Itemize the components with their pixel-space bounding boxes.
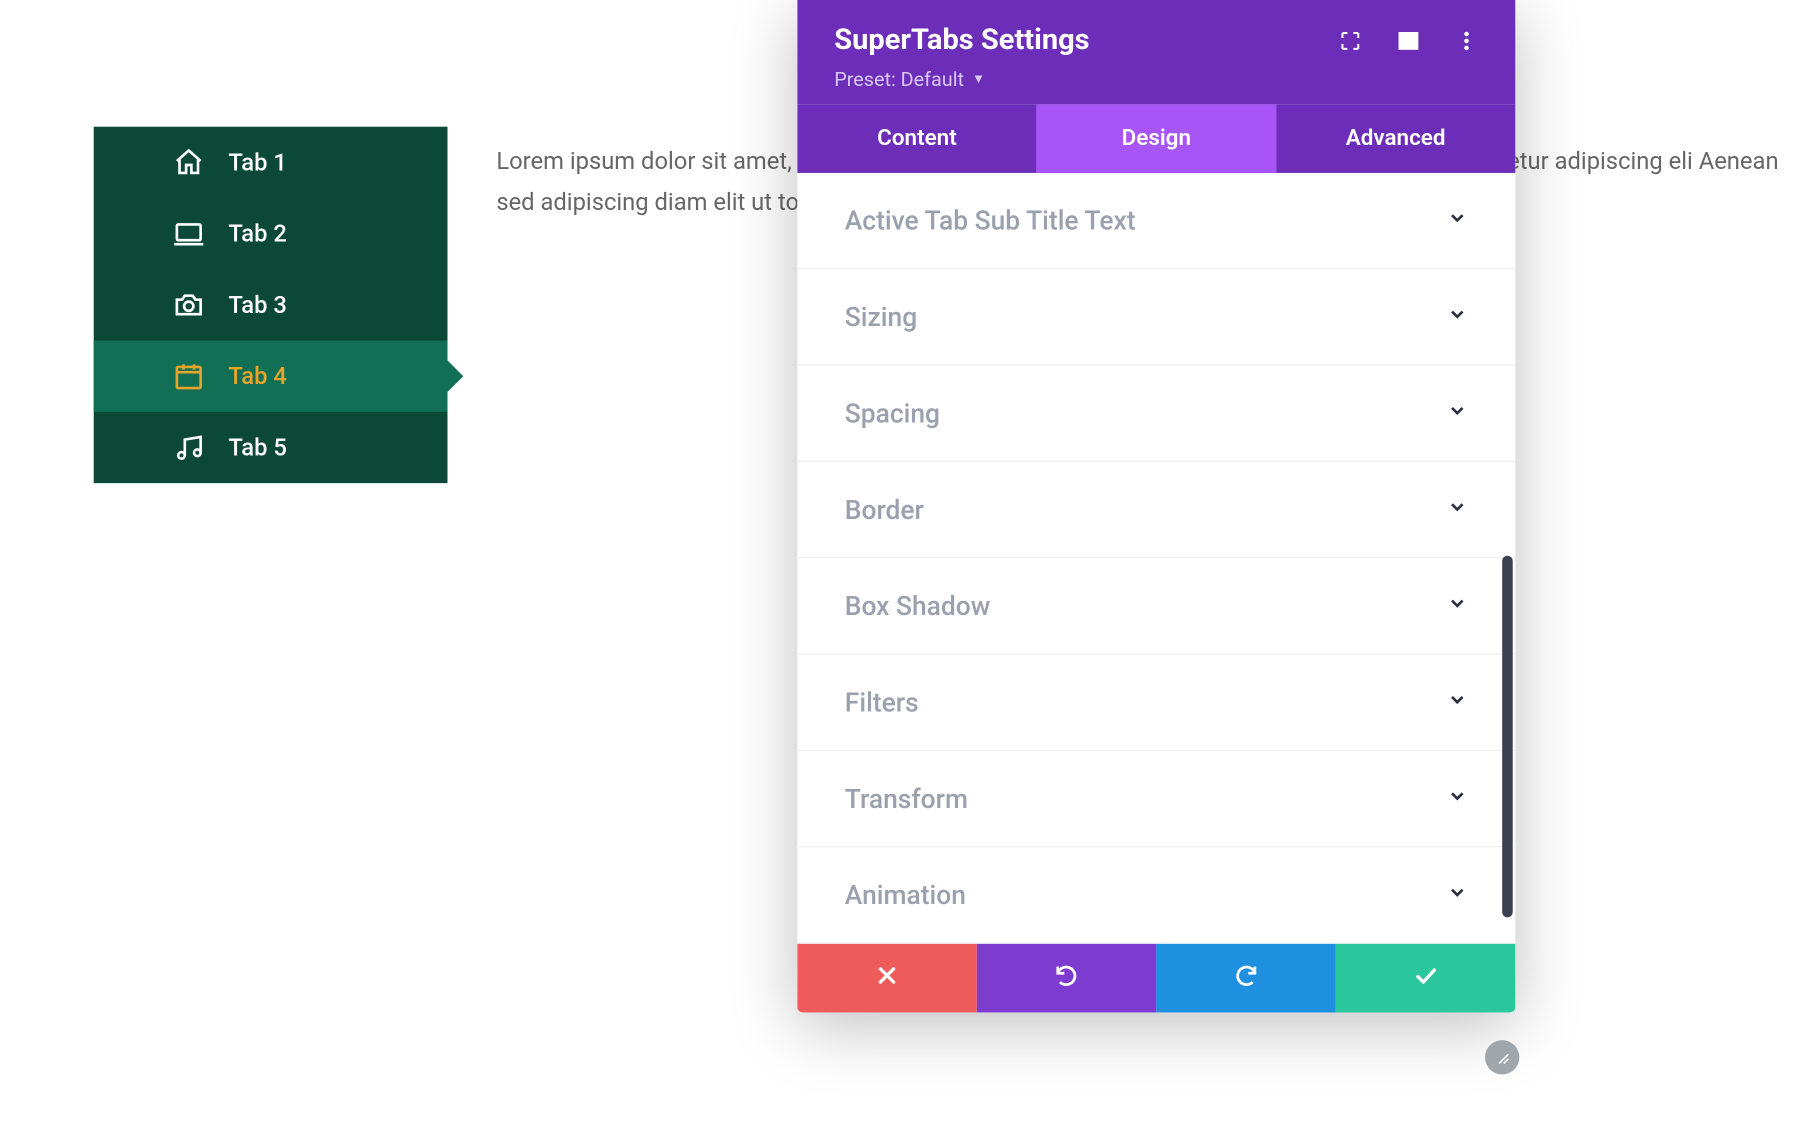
- check-icon: [1412, 962, 1438, 994]
- home-icon: [173, 147, 205, 179]
- more-menu-icon[interactable]: [1455, 28, 1479, 52]
- close-icon: [874, 962, 900, 994]
- preset-label: Preset: Default: [834, 67, 964, 91]
- modal-header-icons: [1338, 28, 1478, 52]
- expand-icon[interactable]: [1338, 28, 1362, 52]
- accordion-item-filters[interactable]: Filters: [797, 655, 1515, 751]
- accordion-item-spacing[interactable]: Spacing: [797, 366, 1515, 462]
- modal-tab-label: Advanced: [1346, 125, 1446, 151]
- undo-icon: [1053, 962, 1079, 994]
- sidebar-item-tab-3[interactable]: Tab 3: [94, 269, 448, 340]
- sidebar-item-tab-5[interactable]: Tab 5: [94, 412, 448, 483]
- calendar-icon: [173, 360, 205, 392]
- accordion-item-sizing[interactable]: Sizing: [797, 269, 1515, 365]
- tab-advanced[interactable]: Advanced: [1276, 104, 1515, 173]
- accordion-label: Active Tab Sub Title Text: [845, 205, 1136, 237]
- sidebar-item-label: Tab 4: [228, 362, 287, 390]
- redo-button[interactable]: [1156, 944, 1336, 1013]
- resize-handle[interactable]: [1485, 1040, 1519, 1074]
- accordion-item-border[interactable]: Border: [797, 462, 1515, 558]
- layout-icon[interactable]: [1397, 28, 1421, 52]
- chevron-down-icon: [1447, 400, 1468, 426]
- chevron-down-icon: [1447, 496, 1468, 522]
- sidebar-item-label: Tab 2: [228, 220, 287, 248]
- sidebar-item-tab-4[interactable]: Tab 4: [94, 341, 448, 412]
- modal-tab-label: Design: [1122, 125, 1191, 151]
- chevron-down-icon: [1447, 207, 1468, 233]
- laptop-icon: [173, 218, 205, 250]
- preset-selector[interactable]: Preset: Default ▼: [834, 67, 1478, 91]
- sidebar-item-label: Tab 1: [228, 149, 287, 177]
- accordion-label: Spacing: [845, 397, 940, 429]
- tabs-sidebar: Tab 1 Tab 2 Tab 3 Tab 4 Tab 5: [94, 127, 448, 483]
- accordion-label: Transform: [845, 783, 968, 815]
- accordion-item-active-tab-sub-title-text[interactable]: Active Tab Sub Title Text: [797, 173, 1515, 269]
- sidebar-item-tab-2[interactable]: Tab 2: [94, 198, 448, 269]
- accordion-label: Box Shadow: [845, 590, 991, 622]
- modal-tabs: Content Design Advanced: [797, 104, 1515, 173]
- accordion-item-transform[interactable]: Transform: [797, 751, 1515, 847]
- redo-icon: [1233, 962, 1259, 994]
- accordion-label: Filters: [845, 686, 919, 718]
- camera-icon: [173, 289, 205, 321]
- music-icon: [173, 432, 205, 464]
- accordion-item-animation[interactable]: Animation: [797, 847, 1515, 943]
- cancel-button[interactable]: [797, 944, 977, 1013]
- chevron-down-icon: [1447, 882, 1468, 908]
- sidebar-item-tab-1[interactable]: Tab 1: [94, 127, 448, 198]
- accordion-item-box-shadow[interactable]: Box Shadow: [797, 558, 1515, 654]
- accordion-list[interactable]: Active Tab Sub Title Text Sizing Spacing…: [797, 173, 1515, 944]
- chevron-down-icon: [1447, 304, 1468, 330]
- chevron-down-icon: [1447, 689, 1468, 715]
- tab-content[interactable]: Content: [797, 104, 1036, 173]
- chevron-down-icon: [1447, 785, 1468, 811]
- save-button[interactable]: [1336, 944, 1516, 1013]
- accordion-label: Sizing: [845, 301, 917, 333]
- modal-header: SuperTabs Settings Preset: Default ▼: [797, 0, 1515, 104]
- caret-down-icon: ▼: [972, 72, 985, 87]
- modal-footer: [797, 944, 1515, 1013]
- accordion-label: Border: [845, 494, 924, 526]
- modal-tab-label: Content: [877, 125, 957, 151]
- settings-modal: SuperTabs Settings Preset: Default ▼: [797, 0, 1515, 1012]
- sidebar-item-label: Tab 5: [228, 434, 287, 462]
- chevron-down-icon: [1447, 593, 1468, 619]
- tab-design[interactable]: Design: [1037, 104, 1276, 173]
- sidebar-item-label: Tab 3: [228, 291, 287, 319]
- undo-button[interactable]: [977, 944, 1157, 1013]
- modal-title: SuperTabs Settings: [834, 24, 1089, 57]
- accordion-label: Animation: [845, 879, 966, 911]
- scrollbar-thumb[interactable]: [1502, 556, 1513, 918]
